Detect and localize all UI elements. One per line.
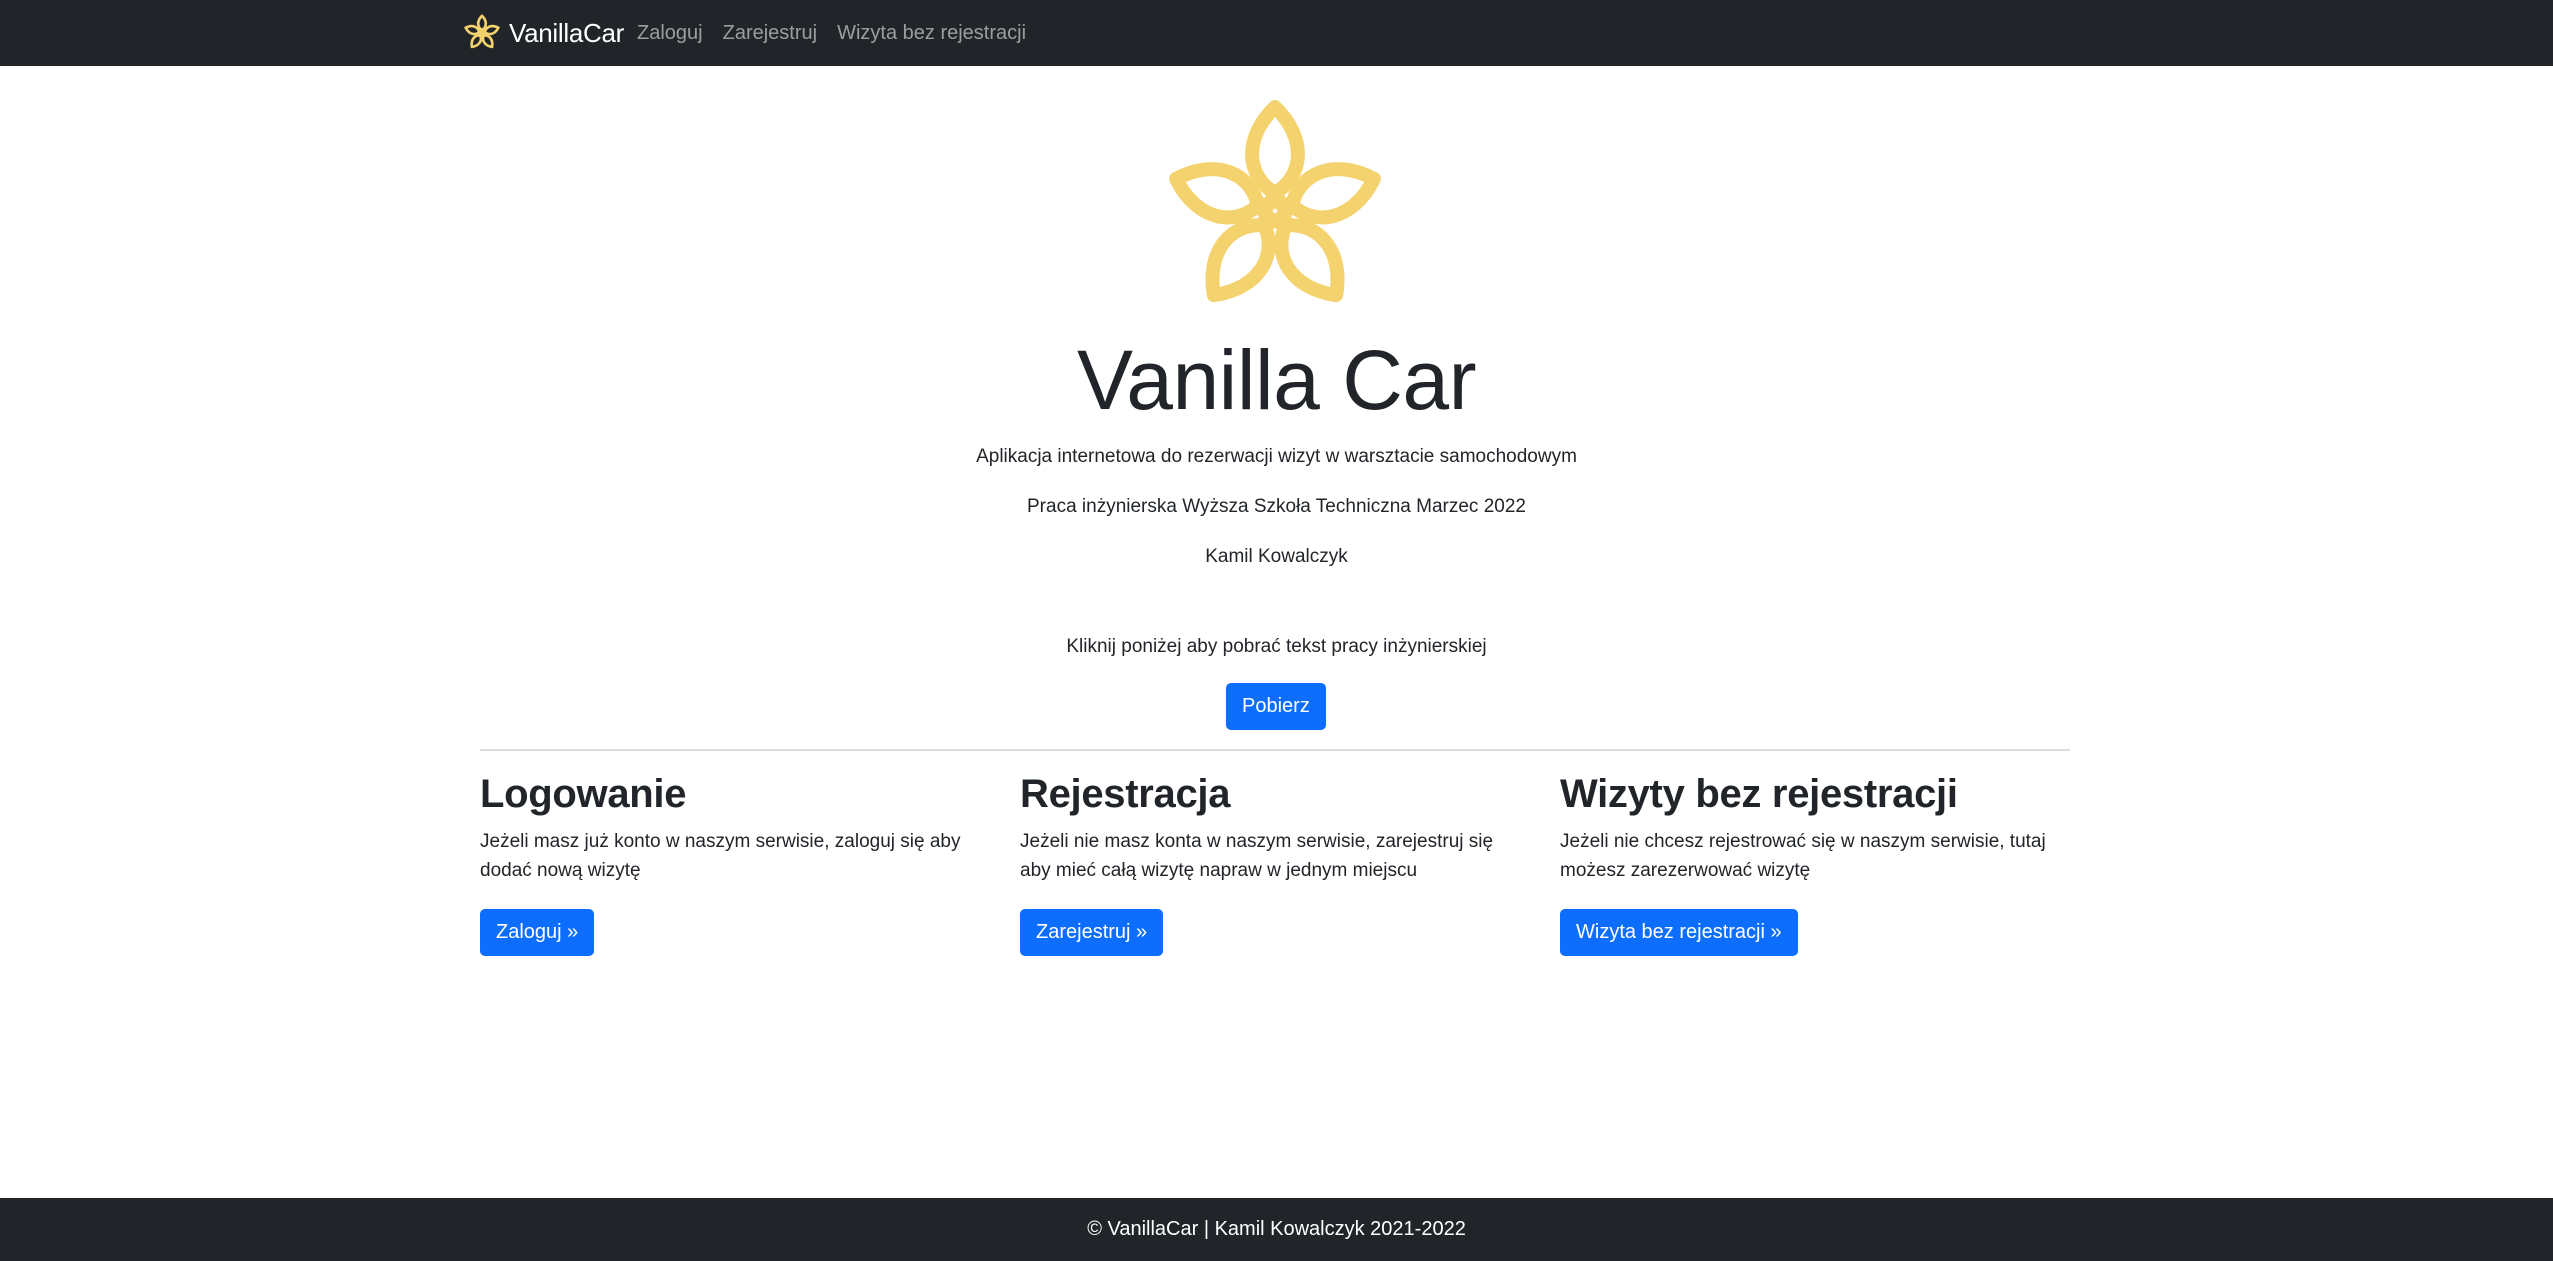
- hero-subtitle: Aplikacja internetowa do rezerwacji wizy…: [976, 446, 1577, 467]
- download-button[interactable]: Pobierz: [1226, 683, 1326, 730]
- top-navbar: VanillaCar Zaloguj Zarejestruj Wizyta be…: [0, 0, 2553, 66]
- guest-visit-button[interactable]: Wizyta bez rejestracji »: [1560, 909, 1798, 956]
- feature-text: Jeżeli nie chcesz rejestrować się w nasz…: [1560, 831, 2046, 881]
- feature-title: Rejestracja: [1020, 772, 1231, 816]
- flower-icon: [463, 14, 501, 52]
- nav-link-login[interactable]: Zaloguj: [637, 22, 703, 45]
- download-prompt: Kliknij poniżej aby pobrać tekst pracy i…: [1066, 636, 1487, 657]
- hero-thesis-info: Praca inżynierska Wyższa Szkoła Technicz…: [1027, 496, 1526, 517]
- nav-link-guest-visit[interactable]: Wizyta bez rejestracji: [837, 22, 1026, 45]
- page-title: Vanilla Car: [1076, 333, 1477, 427]
- nav-links: Zaloguj Zarejestruj Wizyta bez rejestrac…: [637, 0, 1046, 66]
- download-button-wrapper: Pobierz: [1226, 683, 1326, 730]
- login-button[interactable]: Zaloguj »: [480, 909, 595, 956]
- footer: © VanillaCar | Kamil Kowalczyk 2021-2022: [0, 1198, 2553, 1261]
- feature-guest-visit: Wizyty bez rejestracji Jeżeli nie chcesz…: [1560, 770, 2070, 956]
- nav-link-register[interactable]: Zarejestruj: [723, 22, 817, 45]
- hero-author: Kamil Kowalczyk: [1205, 546, 1348, 567]
- brand-name: VanillaCar: [509, 17, 625, 48]
- feature-text: Jeżeli nie masz konta w naszym serwisie,…: [1020, 831, 1494, 881]
- feature-login: Logowanie Jeżeli masz już konto w naszym…: [480, 770, 990, 956]
- feature-title: Wizyty bez rejestracji: [1560, 772, 1958, 816]
- navbar-brand-link[interactable]: VanillaCar: [463, 12, 624, 54]
- feature-title: Logowanie: [480, 772, 687, 816]
- features-section: Logowanie Jeżeli masz już konto w naszym…: [480, 770, 2100, 970]
- register-button[interactable]: Zarejestruj »: [1020, 909, 1164, 956]
- feature-text: Jeżeli masz już konto w naszym serwisie,…: [480, 831, 961, 881]
- footer-copyright: © VanillaCar | Kamil Kowalczyk 2021-2022: [1087, 1218, 1466, 1240]
- feature-register: Rejestracja Jeżeli nie masz konta w nasz…: [1020, 770, 1530, 956]
- flower-icon: [1151, 91, 1399, 331]
- divider: [480, 749, 2070, 751]
